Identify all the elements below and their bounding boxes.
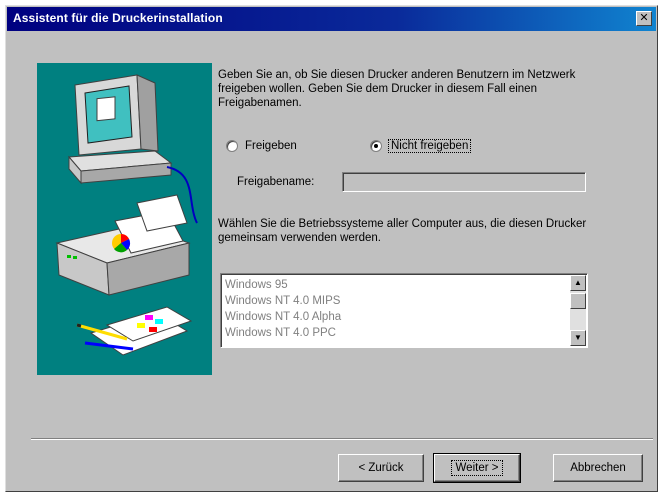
radio-button-checked-icon[interactable] <box>370 140 382 152</box>
button-separator <box>31 438 653 440</box>
next-button[interactable]: Weiter > <box>433 453 521 483</box>
cancel-button-label: Abbrechen <box>570 462 626 474</box>
os-selection-prompt: Wählen Sie die Betriebssysteme aller Com… <box>218 218 587 244</box>
list-item[interactable]: Windows NT 4.0 MIPS <box>225 293 341 309</box>
radio-share-label[interactable]: Freigeben <box>245 140 297 152</box>
share-name-label: Freigabename: <box>237 176 315 188</box>
arrow-up-icon: ▲ <box>574 278 582 287</box>
title-bar[interactable]: Assistent für die Druckerinstallation ✕ <box>7 7 656 31</box>
radio-share[interactable]: Freigeben <box>226 137 297 155</box>
os-list: Windows 95 Windows NT 4.0 MIPS Windows N… <box>225 277 341 341</box>
scroll-down-button[interactable]: ▼ <box>570 330 586 346</box>
list-item[interactable]: Windows 95 <box>225 277 341 293</box>
back-button[interactable]: < Zurück <box>338 454 424 482</box>
scroll-up-button[interactable]: ▲ <box>570 275 586 291</box>
cancel-button[interactable]: Abbrechen <box>553 454 643 482</box>
list-item[interactable]: Windows NT 4.0 Alpha <box>225 309 341 325</box>
radio-no-share[interactable]: Nicht freigeben <box>370 137 472 155</box>
scroll-thumb[interactable] <box>570 293 586 309</box>
window-title: Assistent für die Druckerinstallation <box>13 11 223 25</box>
back-button-label: < Zurück <box>358 462 404 474</box>
share-instructions: Geben Sie an, ob Sie diesen Drucker ande… <box>218 69 576 109</box>
os-listbox[interactable]: Windows 95 Windows NT 4.0 MIPS Windows N… <box>220 273 588 348</box>
list-item[interactable]: Windows NT 4.0 PPC <box>225 325 341 341</box>
wizard-illustration <box>37 63 212 375</box>
close-icon: ✕ <box>639 12 649 24</box>
printer-wizard-window: Assistent für die Druckerinstallation ✕ <box>5 5 658 492</box>
radio-button-icon[interactable] <box>226 140 238 152</box>
close-button[interactable]: ✕ <box>636 11 652 26</box>
next-button-label: Weiter > <box>450 460 504 476</box>
printer-computer-illustration-icon <box>55 74 198 356</box>
radio-no-share-label[interactable]: Nicht freigeben <box>387 139 472 153</box>
os-list-scrollbar[interactable]: ▲ ▼ <box>570 275 586 346</box>
share-name-field[interactable] <box>342 172 586 192</box>
arrow-down-icon: ▼ <box>574 333 582 342</box>
